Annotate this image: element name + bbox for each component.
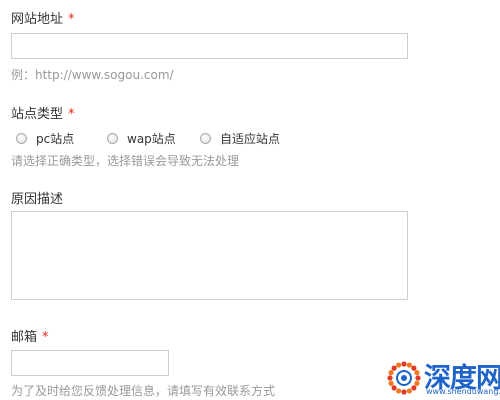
reason-label: 原因描述 (11, 192, 64, 207)
email-label: 邮箱 * (11, 326, 49, 345)
logo-ring-icon (387, 361, 421, 395)
radio-circle-icon[interactable] (16, 132, 27, 144)
email-required-mark: * (42, 330, 49, 345)
logo-ring-dot (388, 370, 394, 376)
logo-ring-dot (414, 370, 420, 376)
radio-option-pc[interactable]: pc站点 (16, 129, 74, 147)
radio-label-adaptive: 自适应站点 (220, 131, 281, 146)
email-label-text: 邮箱 (11, 330, 38, 345)
radio-option-wap[interactable]: wap站点 (107, 129, 176, 147)
logo-ring-dot (401, 389, 407, 395)
email-input[interactable] (11, 350, 169, 376)
reason-textarea[interactable] (11, 211, 408, 300)
site-type-label-text: 站点类型 (11, 107, 64, 122)
logo-ring-dot (391, 365, 397, 371)
logo-ring-dot (414, 380, 420, 386)
website-label: 网站地址 * (11, 8, 75, 27)
site-type-hint: 请选择正确类型，选择错误会导致无法处理 (11, 154, 240, 168)
radio-label-wap: wap站点 (127, 131, 176, 146)
logo-ring-dot (415, 375, 421, 381)
site-type-required-mark: * (68, 107, 75, 122)
site-type-label: 站点类型 * (11, 103, 75, 122)
logo-ring-dot (391, 385, 397, 391)
website-example: 例：http://www.sogou.com/ (11, 68, 174, 82)
logo-ring-dot (411, 385, 417, 391)
logo-ring-dot (396, 388, 402, 394)
radio-circle-icon[interactable] (107, 132, 118, 144)
logo-ring-dot (406, 388, 412, 394)
website-input[interactable] (11, 33, 408, 59)
radio-option-adaptive[interactable]: 自适应站点 (200, 129, 280, 147)
watermark-url: www.shenduwang.com (426, 387, 500, 396)
logo-ring-dot (406, 362, 412, 368)
watermark-logo: 深度网 www.shenduwang.com (384, 358, 500, 398)
logo-ring-dot (411, 365, 417, 371)
logo-ring-dot (396, 362, 402, 368)
email-hint: 为了及时给您反馈处理信息，请填写有效联系方式 (11, 384, 276, 398)
radio-label-pc: pc站点 (36, 131, 75, 146)
website-label-text: 网站地址 (11, 12, 64, 27)
radio-circle-icon[interactable] (200, 132, 211, 144)
website-required-mark: * (68, 12, 75, 27)
logo-ring-dot (387, 375, 393, 381)
logo-ring-dot (388, 380, 394, 386)
logo-ring-dot (401, 361, 407, 367)
